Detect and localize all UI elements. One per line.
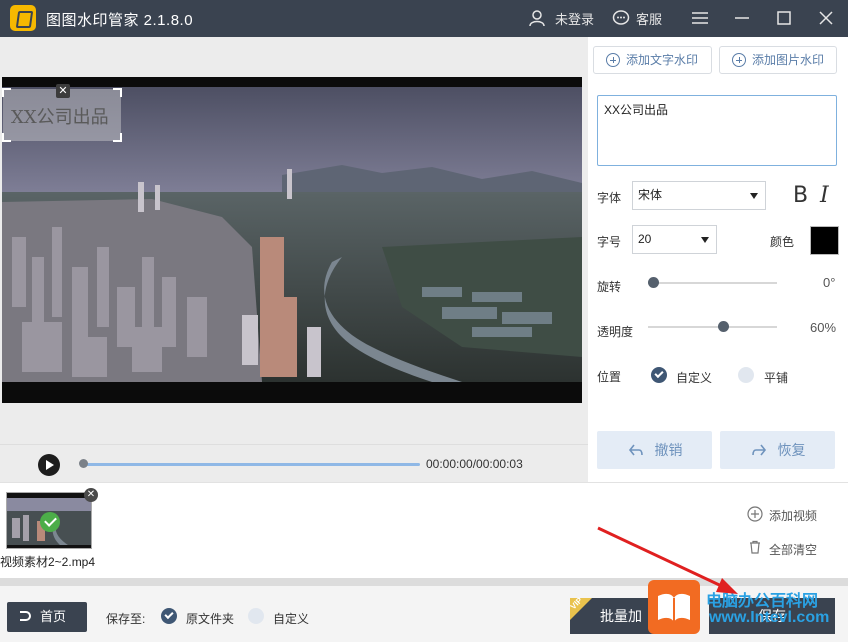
app-logo-icon: [10, 5, 36, 31]
maximize-icon[interactable]: [774, 8, 794, 28]
time-readout: 00:00:00/00:00:03: [426, 457, 523, 471]
video-preview-area: XX公司出品 ✕: [0, 37, 588, 482]
bold-button[interactable]: B: [793, 183, 808, 208]
position-label: 位置: [597, 370, 622, 384]
watermark-close-icon[interactable]: ✕: [56, 84, 70, 98]
opacity-value: 60%: [810, 320, 837, 335]
plus-circle-icon: [606, 53, 620, 67]
add-text-watermark-label: 添加文字水印: [626, 53, 699, 67]
chevron-down-icon: [701, 237, 709, 243]
save-to-label: 保存至:: [106, 612, 146, 626]
position-custom-radio[interactable]: [651, 367, 667, 383]
undo-icon: [628, 444, 643, 456]
progress-track[interactable]: [82, 463, 420, 466]
size-value: 20: [638, 232, 652, 246]
chevron-down-icon: [750, 193, 758, 199]
redo-button[interactable]: 恢复: [720, 431, 835, 469]
opacity-slider-track[interactable]: [648, 326, 777, 328]
italic-button[interactable]: I: [820, 183, 829, 208]
video-file-name: 视频素材2~2.mp4: [0, 555, 96, 569]
app-title: 图图水印管家 2.1.8.0: [46, 12, 194, 29]
clear-all-link[interactable]: 全部清空: [769, 541, 817, 558]
play-button[interactable]: [38, 454, 60, 476]
opacity-label: 透明度: [597, 325, 634, 339]
color-label: 颜色: [770, 235, 795, 249]
close-icon[interactable]: [816, 8, 836, 28]
add-text-watermark-button[interactable]: 添加文字水印: [593, 46, 712, 74]
add-image-watermark-label: 添加图片水印: [752, 53, 825, 67]
rotate-label: 旋转: [597, 280, 622, 294]
return-icon: [20, 611, 31, 621]
font-label: 字体: [597, 191, 622, 205]
title-bar: 图图水印管家 2.1.8.0 未登录 客服: [0, 0, 848, 37]
annotation-arrow: [597, 526, 738, 594]
font-select[interactable]: 宋体: [632, 181, 766, 210]
selected-check-icon: [40, 512, 60, 532]
user-icon[interactable]: [528, 9, 546, 27]
undo-label: 撤销: [654, 442, 683, 458]
rotate-slider-track[interactable]: [648, 282, 777, 284]
color-swatch[interactable]: [810, 226, 839, 255]
font-value: 宋体: [638, 188, 663, 202]
position-tile-radio[interactable]: [738, 367, 754, 383]
add-image-watermark-button[interactable]: 添加图片水印: [719, 46, 837, 74]
resize-handle-top-right[interactable]: [113, 88, 122, 97]
original-folder-radio[interactable]: [161, 608, 177, 624]
undo-button[interactable]: 撤销: [597, 431, 712, 469]
remove-video-icon[interactable]: ✕: [84, 488, 98, 502]
resize-handle-top-left[interactable]: [2, 88, 11, 97]
video-thumbnail[interactable]: [6, 492, 92, 549]
watermark-text: XX公司出品: [11, 107, 109, 128]
size-select[interactable]: 20: [632, 225, 717, 254]
minimize-icon[interactable]: [732, 8, 752, 28]
chat-icon[interactable]: [612, 9, 630, 27]
watermark-settings-panel: 添加文字水印 添加图片水印 XX公司出品 字体 宋体 B I 字号 20 颜色 …: [588, 37, 848, 482]
player-controls: 00:00:00/00:00:03: [0, 444, 588, 482]
size-label: 字号: [597, 235, 622, 249]
position-custom-label: 自定义: [676, 371, 713, 385]
menu-icon[interactable]: [690, 8, 710, 28]
watermark-text-input[interactable]: XX公司出品: [597, 95, 837, 166]
progress-knob[interactable]: [79, 459, 88, 468]
home-label: 首页: [40, 609, 67, 624]
brand-site-url: www.Intevl.com: [709, 609, 830, 626]
plus-circle-icon: [732, 53, 746, 67]
opacity-slider-knob[interactable]: [718, 321, 729, 332]
rotate-value: 0°: [823, 275, 836, 290]
batch-add-label: 批量加: [600, 608, 642, 624]
add-video-link[interactable]: 添加视频: [769, 507, 817, 524]
trash-icon[interactable]: [748, 540, 762, 554]
resize-handle-bottom-right[interactable]: [113, 133, 122, 142]
customer-service-link[interactable]: 客服: [636, 9, 662, 28]
home-button[interactable]: 首页: [7, 602, 87, 632]
position-tile-label: 平铺: [764, 371, 789, 385]
custom-folder-radio[interactable]: [248, 608, 264, 624]
custom-folder-label: 自定义: [273, 612, 310, 626]
resize-handle-bottom-left[interactable]: [2, 133, 11, 142]
watermark-overlay[interactable]: XX公司出品 ✕: [2, 84, 122, 142]
redo-label: 恢复: [777, 442, 806, 458]
original-folder-label: 原文件夹: [186, 612, 235, 626]
rotate-slider-knob[interactable]: [648, 277, 659, 288]
login-link[interactable]: 未登录: [555, 9, 594, 28]
redo-icon: [752, 444, 767, 456]
